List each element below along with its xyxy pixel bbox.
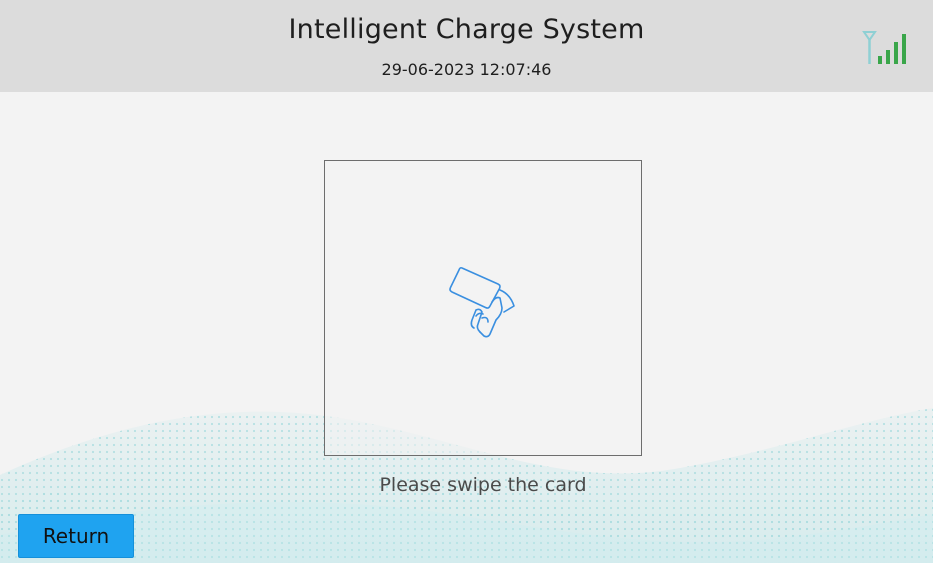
return-button[interactable]: Return <box>18 514 134 558</box>
datetime-display: 29-06-2023 12:07:46 <box>381 60 552 79</box>
swipe-card-prompt: Please swipe the card <box>379 474 587 496</box>
page-title: Intelligent Charge System <box>288 14 645 45</box>
signal-strength-icon <box>862 31 906 64</box>
header-bar: Intelligent Charge System 29-06-2023 12:… <box>0 0 933 92</box>
charge-screen: Intelligent Charge System 29-06-2023 12:… <box>0 0 933 563</box>
hand-swipe-card-icon <box>449 266 515 338</box>
